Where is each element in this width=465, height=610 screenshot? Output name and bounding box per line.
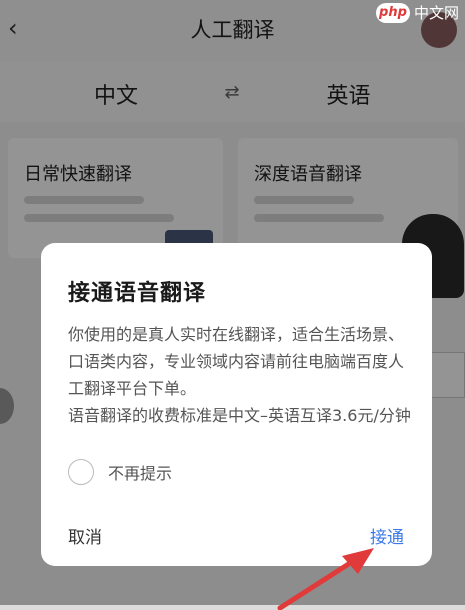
pricing-text: 语音翻译的收费标准是中文–英语互译3.6元/分钟 <box>68 406 411 425</box>
checkbox-label: 不再提示 <box>108 464 173 483</box>
voice-translation-dialog: 接通语音翻译 你使用的是真人实时在线翻译，适合生活场景、口语类内容，专业领域内容… <box>41 243 432 566</box>
cancel-button[interactable]: 取消 <box>68 523 102 548</box>
dialog-title: 接通语音翻译 <box>68 281 207 306</box>
radio-circle-icon[interactable] <box>68 459 94 485</box>
dialog-body: 你使用的是真人实时在线翻译，适合生活场景、口语类内容，专业领域内容请前往电脑端百… <box>68 321 413 429</box>
watermark-logo: php <box>375 2 410 23</box>
dialog-description: 你使用的是真人实时在线翻译，适合生活场景、口语类内容，专业领域内容请前往电脑端百… <box>68 325 405 398</box>
annotation-arrow-icon <box>277 548 374 610</box>
dont-remind-option[interactable]: 不再提示 <box>68 459 172 485</box>
watermark-text: 中文网 <box>413 4 459 22</box>
watermark: php 中文网 <box>375 2 459 23</box>
